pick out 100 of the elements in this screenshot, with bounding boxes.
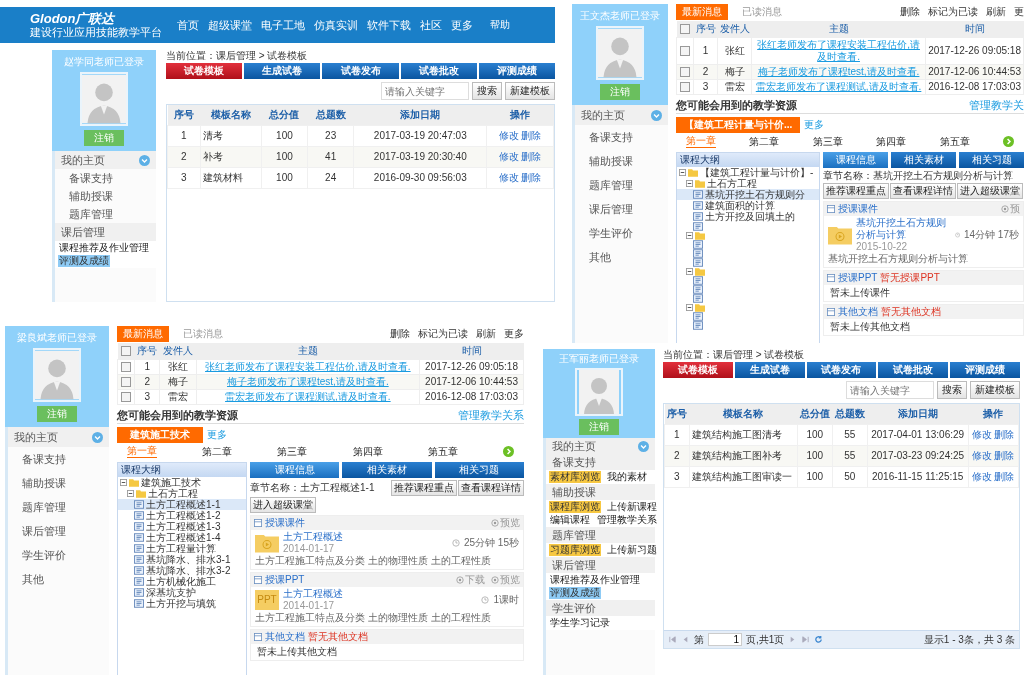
tab[interactable]: 相关习题 — [959, 152, 1024, 168]
tree-node[interactable]: 土方工程概述1-1 — [118, 499, 246, 510]
chapter-tab[interactable]: 第四章 — [352, 445, 383, 458]
chapter-tab[interactable]: 第三章 — [277, 445, 308, 458]
action-link[interactable]: 删除 — [994, 471, 1015, 482]
message-action-link[interactable]: 标记为已读 — [418, 328, 468, 340]
tree-node[interactable]: 建筑施工技术 — [118, 477, 246, 488]
nav-link[interactable]: 电子工地 — [261, 19, 305, 31]
action-link[interactable]: 删除 — [994, 429, 1015, 440]
submenu-link[interactable]: 评测及成绩 — [549, 587, 601, 599]
tree-node[interactable]: 土方工程概述1-4 — [118, 532, 246, 543]
message-action-link[interactable]: 标记为已读 — [928, 6, 978, 18]
action-button[interactable]: 进入超级课堂 — [250, 497, 316, 513]
chapter-tab[interactable]: 第五章 — [939, 135, 970, 148]
nav-link[interactable]: 软件下载 — [367, 19, 411, 31]
nav-link[interactable]: 首页 — [177, 19, 199, 31]
tab[interactable]: 试卷批改 — [400, 63, 477, 79]
submenu-link[interactable]: 编辑课程 — [549, 514, 591, 526]
submenu-link[interactable]: 课程库浏览 — [549, 501, 601, 513]
menu-header[interactable]: 辅助授课 — [546, 484, 655, 500]
last-page-icon[interactable] — [801, 635, 811, 644]
message-action-link[interactable]: 删除 — [390, 328, 410, 340]
menu-item[interactable]: 题库管理 — [55, 205, 156, 223]
submenu-link[interactable]: 素材库浏览 — [549, 471, 601, 483]
menu-item[interactable]: 备课支持 — [55, 169, 156, 187]
tab[interactable]: 相关素材 — [342, 462, 432, 478]
row-checkbox[interactable] — [121, 362, 131, 373]
submenu-link[interactable]: 管理教学关系 — [596, 514, 658, 526]
action-button[interactable]: 查看课程详情 — [458, 480, 524, 496]
toolbar-button[interactable]: 新建模板 — [970, 381, 1020, 399]
menu-header[interactable]: 我的主页 — [8, 427, 109, 447]
menu-item[interactable]: 辅助授课 — [575, 149, 668, 173]
tree-node[interactable]: 建筑面积的计算 — [677, 200, 819, 211]
menu-header[interactable]: 课后管理 — [546, 557, 655, 573]
submenu-link[interactable]: 课程推荐及作业管理 — [549, 574, 641, 586]
menu-header[interactable]: 我的主页 — [575, 105, 668, 125]
collapse-icon[interactable] — [686, 180, 693, 187]
circle-dot-icon[interactable] — [491, 519, 499, 527]
circle-dot-icon[interactable] — [1001, 205, 1009, 213]
resource-title-link[interactable]: 土方工程概述 — [283, 531, 343, 543]
menu-header[interactable]: 我的主页 — [55, 151, 156, 169]
menu-item[interactable]: 其他 — [8, 567, 109, 591]
circle-dot-icon[interactable] — [456, 576, 464, 584]
chapter-tab[interactable]: 第二章 — [749, 135, 780, 148]
row-checkbox[interactable] — [121, 392, 131, 403]
collapse-icon[interactable] — [686, 304, 693, 311]
tab[interactable]: 课程信息 — [250, 462, 340, 478]
menu-item[interactable]: 课后管理 — [8, 519, 109, 543]
submenu-link[interactable]: 课程推荐及作业管理 — [58, 242, 150, 254]
action-link[interactable]: 删除 — [521, 172, 542, 183]
action-link[interactable]: 删除 — [521, 151, 542, 162]
tab[interactable]: 试卷模板 — [663, 362, 733, 378]
toolbar-button[interactable]: 新建模板 — [505, 82, 555, 100]
tree-node[interactable]: 土方开挖与填筑 — [118, 598, 246, 609]
action-link[interactable]: 修改 — [499, 130, 520, 141]
logo-text[interactable]: Glodon广联达 — [30, 11, 162, 26]
previous-page-icon[interactable] — [681, 635, 690, 644]
nav-link[interactable]: 超级课堂 — [208, 19, 252, 31]
nav-link[interactable]: 仿真实训 — [314, 19, 358, 31]
chapter-tab[interactable]: 第二章 — [202, 445, 233, 458]
tab[interactable]: 试卷发布 — [806, 362, 877, 378]
tab[interactable]: 生成试卷 — [244, 63, 321, 79]
action-button[interactable]: 查看课程详情 — [890, 183, 956, 199]
nav-link[interactable]: 更多 — [451, 19, 473, 31]
action-link[interactable]: 修改 — [972, 471, 993, 482]
submenu-link[interactable]: 上传新课程 — [606, 501, 658, 513]
menu-item[interactable]: 题库管理 — [575, 173, 668, 197]
row-checkbox[interactable] — [680, 46, 690, 57]
action-link[interactable]: 删除 — [994, 450, 1015, 461]
resource-title-link[interactable]: 土方工程概述 — [283, 588, 343, 600]
tree-node[interactable]: 土方工程概述1-3 — [118, 521, 246, 532]
chevron-down-icon[interactable] — [92, 431, 103, 443]
chapter-tab[interactable]: 第四章 — [876, 135, 907, 148]
menu-item[interactable]: 学生评价 — [8, 543, 109, 567]
menu-header[interactable]: 课后管理 — [55, 223, 156, 241]
action-button[interactable]: 推荐课程重点 — [391, 480, 457, 496]
action-link[interactable]: 修改 — [972, 429, 993, 440]
resource-title-link[interactable]: 基坑开挖土石方规则分析与计算 — [856, 217, 947, 241]
search-field[interactable]: 请输入关键字 — [381, 82, 469, 100]
chapter-tab[interactable]: 第五章 — [427, 445, 458, 458]
tree-node[interactable]: 基坑降水、排水3-1 — [118, 554, 246, 565]
row-checkbox[interactable] — [680, 82, 690, 93]
menu-item[interactable]: 辅助授课 — [8, 471, 109, 495]
search-field[interactable]: 请输入关键字 — [846, 381, 934, 399]
menu-header[interactable]: 学生评价 — [546, 600, 655, 616]
tab[interactable]: 相关素材 — [891, 152, 956, 168]
menu-item[interactable]: 备课支持 — [8, 447, 109, 471]
tree-node[interactable]: 基坑开挖土石方规则分 — [677, 189, 819, 200]
chapter-tab[interactable]: 第三章 — [812, 135, 843, 148]
submenu-link[interactable]: 我的素材 — [606, 471, 648, 483]
menu-header[interactable]: 备课支持 — [546, 454, 655, 470]
collapse-icon[interactable] — [127, 490, 134, 497]
message-action-link[interactable]: 更 — [1014, 6, 1024, 18]
menu-item[interactable]: 课后管理 — [575, 197, 668, 221]
action-link[interactable]: 修改 — [499, 151, 520, 162]
submenu-link[interactable]: 上传新习题 — [606, 544, 658, 556]
tree-node[interactable]: 土石方工程 — [677, 178, 819, 189]
collapse-icon[interactable] — [120, 479, 127, 486]
select-all-checkbox[interactable] — [121, 346, 131, 357]
tree-node[interactable]: 土方开挖及回填土的 — [677, 211, 819, 222]
